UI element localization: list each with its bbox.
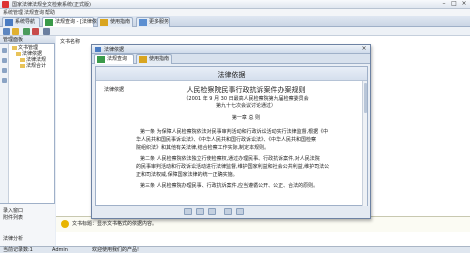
book-icon — [100, 19, 108, 26]
attachment-list-link[interactable]: 附件列表 — [3, 214, 23, 221]
field-label: 法律依据 — [104, 87, 125, 93]
menu-system[interactable]: 系统管理 — [3, 9, 23, 16]
law-meta-2: 第九十七次会议讨论通过） — [215, 103, 276, 109]
zoom-icon[interactable] — [208, 208, 216, 215]
folder-icon — [12, 45, 17, 50]
dialog-tabs: 法规查询 使用指南 — [92, 54, 370, 64]
tab-more[interactable]: 更多服务 — [136, 17, 170, 27]
search-icon — [45, 19, 53, 26]
nav-icon[interactable] — [2, 68, 7, 73]
side-strip — [0, 44, 9, 204]
folder-icon — [20, 57, 25, 62]
article-line: 的民事审判活动和行政诉讼活动进行法律监督,维护国家利益和社会公共利益,维护司法公 — [136, 164, 330, 170]
document-header: 法律依据 — [96, 67, 367, 81]
panel-header: 管理面板 — [0, 36, 55, 44]
menu-help[interactable]: 帮助 — [45, 9, 55, 16]
chapter-title: 第一章 总 则 — [231, 115, 261, 121]
nav-icon[interactable] — [2, 48, 7, 53]
list-header: 文书名称 — [60, 39, 81, 45]
dialog-close-button[interactable]: × — [360, 46, 368, 52]
article-line: 第三条 人民检察院办理民事、行政抗诉案件,应当遵循公开、公正、合法的原则。 — [140, 183, 319, 189]
edit-icon[interactable] — [12, 28, 19, 35]
menu-bar: 系统管理 法规查询 帮助 — [0, 9, 470, 16]
print-icon[interactable] — [43, 28, 50, 35]
save-icon[interactable] — [23, 28, 30, 35]
dialog-toolbar — [92, 206, 370, 218]
copy-icon[interactable] — [196, 208, 204, 215]
welcome-text: 欢迎使用我们的产品! — [92, 247, 140, 253]
nav-icon[interactable] — [2, 78, 7, 83]
dialog-title-bar: 法律依据 × — [92, 45, 370, 54]
home-icon — [5, 19, 13, 26]
book-icon — [139, 56, 147, 63]
window-title: 国家法律法规全文检索系统(正式版) — [12, 2, 91, 8]
scroll-thumb[interactable] — [364, 83, 367, 113]
print-icon[interactable] — [184, 208, 192, 215]
current-user: Admin — [52, 247, 68, 253]
search-icon — [97, 56, 105, 63]
input-window-link[interactable]: 录入窗口 — [3, 207, 23, 214]
article-line: 院组织法》和其他有关法律,结合检察工作实际,制定本规则。 — [136, 145, 270, 151]
law-meta-1: （2001 年 9 月 30 日最高人民检察院第九届检察委员会 — [183, 96, 309, 102]
doc-icon — [95, 47, 101, 52]
document-header-title: 法律依据 — [217, 71, 246, 79]
service-icon — [139, 19, 147, 26]
left-bottom-panel: 录入窗口 附件列表 法律分析 — [0, 203, 55, 246]
menu-query[interactable]: 法规查询 — [24, 9, 44, 16]
maximize-button[interactable]: □ — [450, 1, 458, 7]
article-line: 第一条 为保障人民检察院依法对民事审判活动和行政诉讼活动实行法律监督,根据《中 — [140, 129, 329, 135]
law-basis-dialog: 法律依据 × 法规查询 使用指南 法律依据 法律依据 人民检察院民事行政抗诉案件… — [91, 44, 371, 219]
record-count: 当前记录数:1 — [3, 247, 33, 253]
status-bar: 当前记录数:1 Admin 欢迎使用我们的产品! — [0, 246, 470, 253]
close-button[interactable]: × — [460, 1, 468, 7]
dialog-tab-guide[interactable]: 使用指南 — [136, 54, 172, 64]
tab-bar: 系统导航 法规查询 - [法律依据] 使用指南 更多服务 — [0, 16, 470, 27]
tab-navigation[interactable]: 系统导航 — [2, 17, 40, 27]
article-line: 正和司法权威,保障国家法律的统一正确实施。 — [136, 172, 238, 178]
export-icon[interactable] — [224, 208, 232, 215]
tree-item-summary[interactable]: 法规合计 — [20, 63, 46, 69]
app-icon — [2, 1, 9, 8]
minimize-button[interactable]: – — [440, 1, 448, 7]
new-icon[interactable] — [3, 28, 10, 35]
dialog-title: 法律依据 — [104, 47, 125, 53]
law-analysis-link[interactable]: 法律分析 — [3, 235, 23, 242]
title-bar: 国家法律法规全文检索系统(正式版) – □ × — [0, 0, 470, 9]
delete-icon[interactable] — [32, 28, 39, 35]
document-viewer: 法律依据 法律依据 人民检察院民事行政抗诉案件办案规则 （2001 年 9 月 … — [95, 66, 368, 206]
law-title: 人民检察院民事行政抗诉案件办案规则 — [186, 86, 306, 94]
vertical-scrollbar[interactable] — [362, 81, 367, 206]
folder-icon — [20, 63, 25, 68]
tab-law-query[interactable]: 法规查询 - [法律依据] — [42, 17, 104, 27]
article-line: 第二条 人民检察院依法独立行使检察权,通过办理民事、行政抗诉案件,对人民法院 — [140, 156, 320, 162]
dialog-tab-query[interactable]: 法规查询 — [94, 54, 134, 64]
lightbulb-icon — [61, 220, 69, 228]
article-line: 华人民共和国民事诉讼法》、《中华人民共和国行政诉讼法》、《中华人民共和国检察 — [136, 137, 317, 143]
toolbar — [0, 27, 470, 36]
nav-icon[interactable] — [2, 58, 7, 63]
folder-icon — [16, 51, 21, 56]
close-doc-icon[interactable] — [236, 208, 244, 215]
hint-text: 文书标题：显示文书格式的依据内容。 — [72, 221, 158, 227]
tab-guide[interactable]: 使用指南 — [97, 17, 133, 27]
